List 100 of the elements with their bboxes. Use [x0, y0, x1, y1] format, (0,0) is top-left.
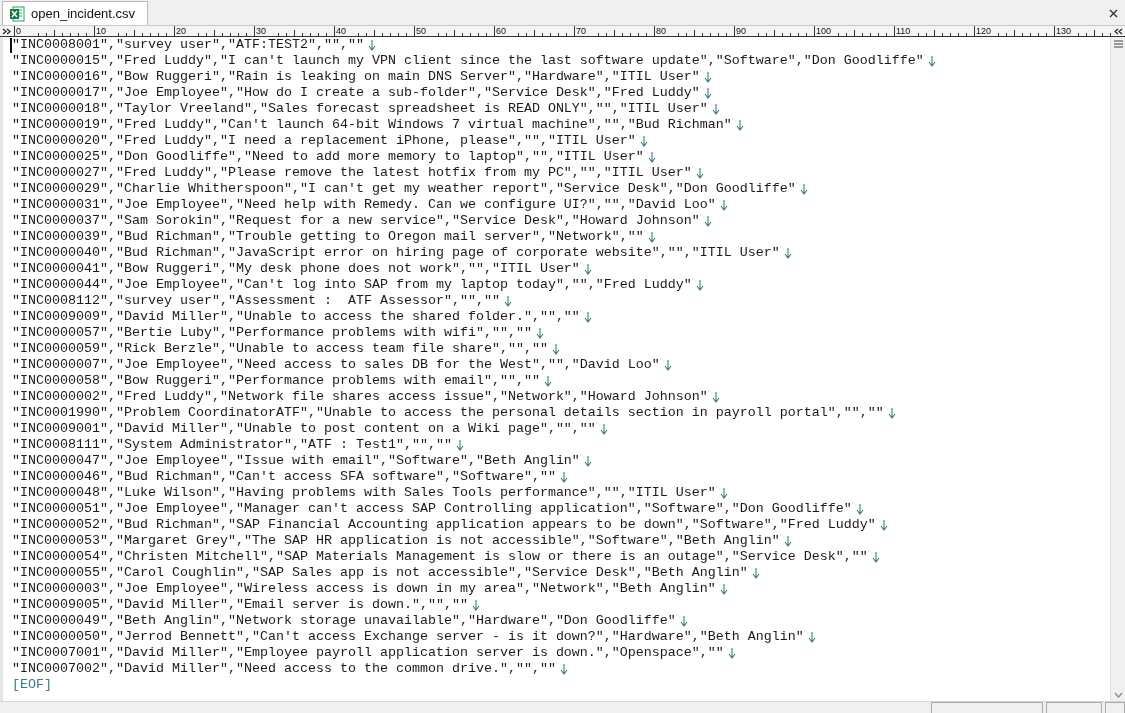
csv-line: "INC0000002","Fred Luddy","Network file shares access issue","Network","Howard Johnson" — [12, 389, 708, 405]
status-panel — [1105, 702, 1125, 713]
csv-line: "INC0000053","Margaret Grey","The SAP HR application is not accessible","Software","Beth Anglin" — [12, 533, 780, 549]
status-panel — [1046, 702, 1102, 713]
csv-line: "INC0000039","Bud Richman","Trouble getting to Oregon mail server","Network","" — [12, 229, 644, 245]
newline-icon — [583, 455, 592, 467]
csv-line: "INC0000059","Rick Berzle","Unable to access team file share","","" — [12, 341, 548, 357]
ruler-label: 100 — [814, 26, 832, 36]
ruler-label: 80 — [654, 26, 672, 36]
newline-icon — [559, 663, 568, 675]
newline-icon — [703, 71, 712, 83]
chevron-down-icon — [1113, 692, 1123, 698]
newline-icon — [583, 311, 592, 323]
eof-marker: [EOF] — [12, 677, 52, 693]
ruler-label: 50 — [414, 26, 432, 36]
csv-line: "INC0000058","Bow Ruggeri","Performance problems with email","","" — [12, 373, 540, 389]
ruler-label: 30 — [254, 26, 272, 36]
ruler-label: 0 — [14, 26, 32, 36]
newline-icon — [879, 519, 888, 531]
csv-line: "INC0000047","Joe Employee","Issue with email","Software","Beth Anglin" — [12, 453, 580, 469]
csv-line: "INC0000025","Don Goodliffe","Need to add more memory to laptop","","ITIL User" — [12, 149, 644, 165]
csv-line: "INC0009001","David Miller","Unable to post content on a Wiki page","","" — [12, 421, 596, 437]
csv-line: "INC0009009","David Miller","Unable to access the shared folder.","","" — [12, 309, 580, 325]
csv-line: "INC0007002","David Miller","Need access to the common drive.","","" — [12, 661, 556, 677]
csv-line: "INC0000037","Sam Sorokin","Request for a new service","Service Desk","Howard Johnson" — [12, 213, 700, 229]
csv-line: "INC0000020","Fred Luddy","I need a replacement iPhone, please","","ITIL User" — [12, 133, 636, 149]
newline-icon — [855, 503, 864, 515]
csv-line: "INC0000054","Christen Mitchell","SAP Materials Management is slow or there is an outage","Service Desk","" — [12, 549, 868, 565]
newline-icon — [927, 55, 936, 67]
newline-icon — [551, 343, 560, 355]
newline-icon — [559, 471, 568, 483]
newline-icon — [639, 135, 648, 147]
newline-icon — [647, 231, 656, 243]
newline-icon — [599, 423, 608, 435]
csv-line: "INC0000048","Luke Wilson","Having problems with Sales Tools performance","","ITIL User" — [12, 485, 716, 501]
newline-icon — [711, 391, 720, 403]
csv-line: "INC0000046","Bud Richman","Can't access SFA software","Software","" — [12, 469, 556, 485]
newline-icon — [695, 167, 704, 179]
csv-line: "INC0000029","Charlie Whitherspoon","I can't get my weather report","Service Desk","Don Goodliffe" — [12, 181, 796, 197]
ruler-scroll-icon — [1, 27, 11, 35]
csv-line: "INC0008111","System Administrator","ATF : Test1","","" — [12, 437, 452, 453]
newline-icon — [711, 103, 720, 115]
ruler-scroll-icon — [1113, 27, 1123, 35]
spreadsheet-icon — [9, 5, 25, 22]
newline-icon — [703, 87, 712, 99]
csv-line: "INC0000052","Bud Richman","SAP Financial Accounting application appears to be down","Software","Fred Luddy" — [12, 517, 876, 533]
csv-line: "INC0000018","Taylor Vreeland","Sales forecast spreadsheet is READ ONLY","","ITIL User" — [12, 101, 708, 117]
csv-line: "INC0000055","Carol Coughlin","SAP Sales app is not accessible","Service Desk","Beth Anglin" — [12, 565, 748, 581]
newline-icon — [783, 247, 792, 259]
csv-line: "INC0000057","Bertie Luby","Performance problems with wifi","","" — [12, 325, 532, 341]
csv-line: "INC0000031","Joe Employee","Need help with Remedy. Can we configure UI?","","David Loo" — [12, 197, 716, 213]
csv-line: "INC0000015","Fred Luddy","I can't launch my VPN client since the last software update","Software","Don Goodliffe" — [12, 53, 924, 69]
newline-icon — [887, 407, 896, 419]
newline-icon — [719, 487, 728, 499]
close-icon — [1108, 8, 1118, 18]
csv-line: "INC0000041","Bow Ruggeri","My desk phone does not work","","ITIL User" — [12, 261, 580, 277]
newline-icon — [783, 535, 792, 547]
csv-line: "INC0000049","Beth Anglin","Network storage unavailable","Hardware","Don Goodliffe" — [12, 613, 676, 629]
csv-line: "INC0000016","Bow Ruggeri","Rain is leaking on main DNS Server","Hardware","ITIL User" — [12, 69, 700, 85]
vertical-scrollbar[interactable] — [1110, 37, 1125, 701]
ruler-label: 120 — [974, 26, 992, 36]
newline-icon — [455, 439, 464, 451]
ruler-label: 60 — [494, 26, 512, 36]
newline-icon — [471, 599, 480, 611]
csv-line: "INC0000027","Fred Luddy","Please remove the latest hotfix from my PC","","ITIL User" — [12, 165, 692, 181]
newline-icon — [807, 631, 816, 643]
newline-icon — [799, 183, 808, 195]
newline-icon — [703, 215, 712, 227]
newline-icon — [871, 551, 880, 563]
ruler-label: 130 — [1054, 26, 1072, 36]
ruler-label: 20 — [174, 26, 192, 36]
newline-icon — [735, 119, 744, 131]
ruler-label: 70 — [574, 26, 592, 36]
csv-line: "INC0000019","Fred Luddy","Can't launch 64-bit Windows 7 virtual machine","","Bud Richman" — [12, 117, 732, 133]
newline-icon — [719, 583, 728, 595]
newline-icon — [663, 359, 672, 371]
newline-icon — [679, 615, 688, 627]
ruler-label: 90 — [734, 26, 752, 36]
csv-line: "INC0000050","Jerrod Bennett","Can't access Exchange server - is it down?","Hardware","Beth Anglin" — [12, 629, 804, 645]
ruler-label: 10 — [94, 26, 112, 36]
csv-line: "INC0009005","David Miller","Email server is down.","","" — [12, 597, 468, 613]
csv-line: "INC0001990","Problem CoordinatorATF","Unable to access the personal details section in payroll portal","","" — [12, 405, 884, 421]
newline-icon — [503, 295, 512, 307]
newline-icon — [727, 647, 736, 659]
csv-line: "INC0000040","Bud Richman","JavaScript error on hiring page of corporate website","","ITIL User" — [12, 245, 780, 261]
csv-line: "INC0000051","Joe Employee","Manager can't access SAP Controlling application","Software","Don Goodliffe" — [12, 501, 852, 517]
newline-icon — [647, 151, 656, 163]
file-tab[interactable]: open_incident.csv — [2, 1, 149, 25]
menu-icon — [1113, 40, 1123, 48]
csv-line: "INC0008001","survey user","ATF:TEST2","","" — [12, 37, 364, 53]
newline-icon — [751, 567, 760, 579]
csv-line: "INC0008112","survey user","Assessment : ATF Assessor","","" — [12, 293, 500, 309]
ruler-label: 40 — [334, 26, 352, 36]
newline-icon — [367, 39, 376, 51]
newline-icon — [535, 327, 544, 339]
ruler-label: 110 — [894, 26, 912, 36]
csv-line: "INC0000007","Joe Employee","Need access to sales DB for the West","","David Loo" — [12, 357, 660, 373]
newline-icon — [543, 375, 552, 387]
csv-line: "INC0000017","Joe Employee","How do I create a sub-folder","Service Desk","Fred Luddy" — [12, 85, 700, 101]
csv-line: "INC0000044","Joe Employee","Can't log into SAP from my laptop today","","Fred Luddy" — [12, 277, 692, 293]
